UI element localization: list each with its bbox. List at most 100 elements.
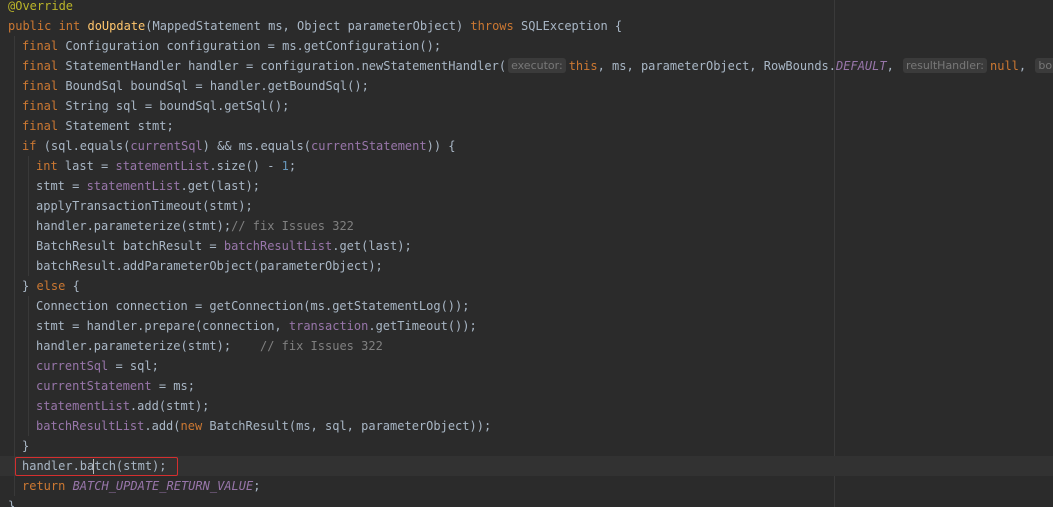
indent-guide bbox=[14, 216, 15, 236]
code-token: statementList bbox=[36, 399, 130, 413]
indent-guide bbox=[14, 156, 15, 176]
code-token: currentStatement bbox=[36, 379, 152, 393]
code-line[interactable]: BatchResult batchResult = batchResultLis… bbox=[0, 236, 1053, 256]
code-token: final bbox=[22, 79, 66, 93]
code-token: doUpdate bbox=[87, 19, 146, 33]
code-line[interactable]: Connection connection = getConnection(ms… bbox=[0, 296, 1053, 316]
code-line[interactable]: int last = statementList.size() - 1; bbox=[0, 156, 1053, 176]
code-lines: @Override public int doUpdate(MappedState… bbox=[0, 0, 1053, 507]
code-token: .add(stmt); bbox=[129, 399, 210, 413]
code-token: int bbox=[36, 159, 65, 173]
indent-guide bbox=[28, 216, 29, 236]
code-token: DEFAULT bbox=[836, 59, 887, 73]
code-token: StatementHandler handler = configuration… bbox=[65, 59, 507, 73]
code-token: 1 bbox=[281, 159, 289, 173]
code-token: throws bbox=[470, 19, 521, 33]
code-token: // fix Issues 322 bbox=[231, 219, 354, 233]
code-token: (MappedStatement ms, Object parameterObj… bbox=[145, 19, 471, 33]
code-line[interactable]: handler.parameterize(stmt); // fix Issue… bbox=[0, 336, 1053, 356]
code-token: = sql; bbox=[108, 359, 159, 373]
code-token: applyTransactionTimeout(stmt); bbox=[36, 199, 253, 213]
indent-guide bbox=[28, 396, 29, 416]
code-line[interactable]: stmt = statementList.get(last); bbox=[0, 176, 1053, 196]
code-token: last = bbox=[64, 159, 116, 173]
code-line[interactable]: final Configuration configuration = ms.g… bbox=[0, 36, 1053, 56]
code-line[interactable]: final StatementHandler handler = configu… bbox=[0, 56, 1053, 76]
code-token: ) && ms.equals( bbox=[202, 139, 312, 153]
parameter-hint: executor: bbox=[508, 58, 566, 73]
code-token: , ms, parameterObject, RowBounds. bbox=[597, 59, 837, 73]
code-line[interactable]: handler.parameterize(stmt);// fix Issues… bbox=[0, 216, 1053, 236]
indent-guide bbox=[28, 316, 29, 336]
code-editor[interactable]: @Override public int doUpdate(MappedState… bbox=[0, 0, 1053, 507]
code-line[interactable]: } bbox=[0, 496, 1053, 507]
code-line[interactable]: final Statement stmt; bbox=[0, 116, 1053, 136]
code-line[interactable]: currentSql = sql; bbox=[0, 356, 1053, 376]
indent-guide bbox=[14, 316, 15, 336]
code-token: .get(last); bbox=[332, 239, 412, 253]
code-token: if bbox=[22, 139, 44, 153]
indent-guide bbox=[28, 236, 29, 256]
code-line[interactable]: batchResultList.add(new BatchResult(ms, … bbox=[0, 416, 1053, 436]
code-token: currentStatement bbox=[311, 139, 427, 153]
indent-guide bbox=[14, 396, 15, 416]
code-token: batchResultList bbox=[36, 419, 145, 433]
indent-guide bbox=[28, 156, 29, 176]
code-line[interactable]: batchResult.addParameterObject(parameter… bbox=[0, 256, 1053, 276]
indent-guide bbox=[14, 36, 15, 56]
code-line[interactable]: final BoundSql boundSql = handler.getBou… bbox=[0, 76, 1053, 96]
code-token: else bbox=[36, 279, 73, 293]
code-line[interactable]: statementList.add(stmt); bbox=[0, 396, 1053, 416]
code-token: public bbox=[8, 19, 59, 33]
code-token: transaction bbox=[288, 319, 369, 333]
code-token: statementList bbox=[115, 159, 210, 173]
code-token: handler.batch(stmt); bbox=[22, 459, 167, 473]
code-token: ; bbox=[288, 159, 297, 173]
code-line[interactable]: currentStatement = ms; bbox=[0, 376, 1053, 396]
code-line[interactable]: @Override bbox=[0, 0, 1053, 16]
indent-guide bbox=[14, 176, 15, 196]
indent-guide bbox=[28, 196, 29, 216]
indent-guide bbox=[14, 336, 15, 356]
code-line[interactable]: public int doUpdate(MappedStatement ms, … bbox=[0, 16, 1053, 36]
code-token: String sql = boundSql.getSql(); bbox=[65, 99, 290, 113]
code-token: } bbox=[22, 279, 37, 293]
code-token: final bbox=[22, 119, 66, 133]
code-line[interactable]: return BATCH_UPDATE_RETURN_VALUE; bbox=[0, 476, 1053, 496]
code-token: handler.parameterize(stmt); bbox=[36, 219, 232, 233]
code-token: .get(last); bbox=[180, 179, 260, 193]
code-token: final bbox=[22, 99, 66, 113]
code-line[interactable]: } else { bbox=[0, 276, 1053, 296]
code-token: Configuration configuration = ms.getConf… bbox=[65, 39, 442, 53]
code-line[interactable]: handler.batch(stmt); bbox=[0, 456, 1053, 476]
code-line[interactable]: } bbox=[0, 436, 1053, 456]
indent-guide bbox=[28, 256, 29, 276]
parameter-hint: boundSql: bbox=[1035, 58, 1053, 73]
code-token: SQLException { bbox=[520, 19, 623, 33]
indent-guide bbox=[14, 436, 15, 456]
indent-guide bbox=[28, 296, 29, 316]
code-token: stmt = bbox=[36, 179, 87, 193]
indent-guide bbox=[28, 176, 29, 196]
indent-guide bbox=[14, 276, 15, 296]
code-token: .getTimeout()); bbox=[368, 319, 477, 333]
code-token: Statement stmt; bbox=[65, 119, 174, 133]
indent-guide bbox=[28, 416, 29, 436]
indent-guide bbox=[14, 196, 15, 216]
indent-guide bbox=[14, 96, 15, 116]
code-line[interactable]: final String sql = boundSql.getSql(); bbox=[0, 96, 1053, 116]
indent-guide bbox=[14, 456, 15, 476]
code-token: , bbox=[886, 59, 902, 73]
code-line[interactable]: stmt = handler.prepare(connection, trans… bbox=[0, 316, 1053, 336]
code-token: currentSql bbox=[130, 139, 203, 153]
code-token: stmt = handler.prepare(connection, bbox=[36, 319, 289, 333]
indent-guide bbox=[14, 236, 15, 256]
code-token: new bbox=[180, 419, 210, 433]
code-token: } bbox=[22, 439, 30, 453]
code-token: = ms; bbox=[151, 379, 195, 393]
code-line[interactable]: if (sql.equals(currentSql) && ms.equals(… bbox=[0, 136, 1053, 156]
indent-guide bbox=[14, 136, 15, 156]
code-token: currentSql bbox=[36, 359, 109, 373]
code-line[interactable]: applyTransactionTimeout(stmt); bbox=[0, 196, 1053, 216]
code-token: this bbox=[568, 59, 598, 73]
